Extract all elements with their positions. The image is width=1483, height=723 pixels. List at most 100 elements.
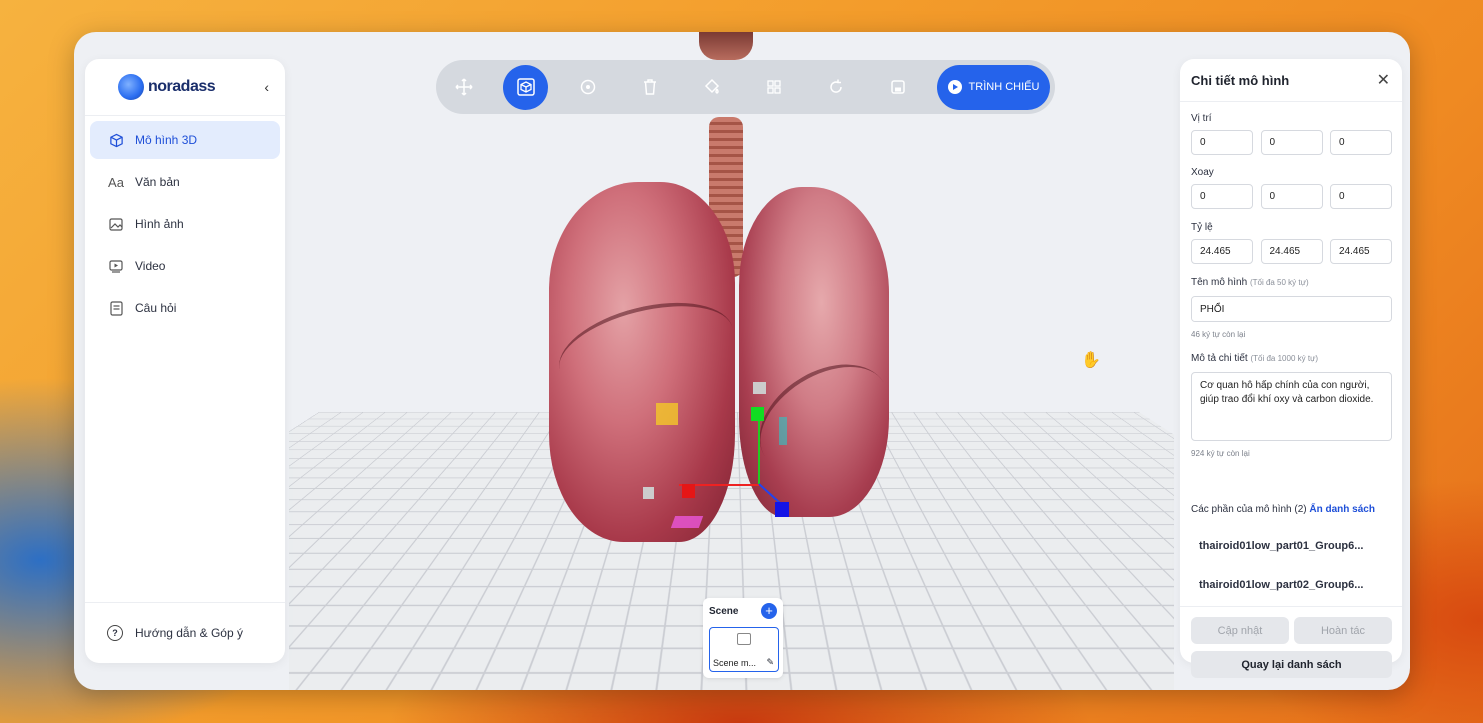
- delete-tool-button[interactable]: [627, 65, 672, 110]
- image-icon: [737, 633, 751, 645]
- app-window: noradass ‹ Mô hình 3D Aa Văn bản Hình ản…: [74, 32, 1410, 690]
- play-icon: [947, 80, 962, 94]
- model-name-label-text: Tên mô hình: [1191, 277, 1248, 288]
- gizmo-xy-plane-handle[interactable]: [656, 403, 678, 425]
- hide-parts-list-link[interactable]: Ẩn danh sách: [1309, 504, 1375, 515]
- update-button[interactable]: Cập nhật: [1191, 617, 1289, 644]
- model-part-item[interactable]: thairoid01low_part02_Group6...: [1191, 569, 1392, 601]
- gizmo-yz-plane-handle[interactable]: [779, 417, 787, 445]
- position-z-input[interactable]: [1330, 130, 1392, 155]
- gizmo-x-handle[interactable]: [682, 484, 695, 498]
- 3d-viewport[interactable]: ✋ TRÌNH CHIẾU Scene + Scene m... ✎: [289, 32, 1174, 690]
- question-list-icon: [108, 300, 124, 316]
- sidebar-item-label: Hình ảnh: [135, 217, 184, 231]
- grid-icon: [766, 80, 781, 94]
- divider: [85, 115, 285, 116]
- sidebar-item-question[interactable]: Câu hỏi: [90, 289, 280, 327]
- sidebar-item-image[interactable]: Hình ảnh: [90, 205, 280, 243]
- sidebar-item-text[interactable]: Aa Văn bản: [90, 163, 280, 201]
- position-x-input[interactable]: [1191, 130, 1253, 155]
- model-name-hint: (Tối đa 50 ký tự): [1249, 278, 1309, 287]
- rotate-view-tool-button[interactable]: [565, 65, 610, 110]
- grid-tool-button[interactable]: [751, 65, 796, 110]
- sidebar-item-label: Văn bản: [135, 175, 180, 189]
- gizmo-center-handle[interactable]: [753, 382, 766, 394]
- logo-text: noradass: [148, 78, 216, 95]
- sidebar-nav: Mô hình 3D Aa Văn bản Hình ảnh Video Câu…: [90, 121, 280, 331]
- edit-icon[interactable]: ✎: [766, 657, 774, 668]
- scale-y-input[interactable]: [1260, 239, 1323, 264]
- scale-inputs: [1191, 239, 1392, 264]
- model-name-input[interactable]: PHỔI: [1191, 296, 1392, 322]
- text-icon: Aa: [108, 174, 124, 190]
- gizmo-xz-plane-handle[interactable]: [670, 516, 704, 528]
- sidebar-item-video[interactable]: Video: [90, 247, 280, 285]
- description-char-counter: 924 ký tự còn lại: [1191, 449, 1250, 458]
- rotation-x-input[interactable]: [1191, 184, 1253, 209]
- present-button[interactable]: TRÌNH CHIẾU: [937, 64, 1050, 110]
- name-char-counter: 46 ký tự còn lại: [1191, 330, 1246, 339]
- collapse-sidebar-button[interactable]: ‹: [264, 79, 269, 95]
- panel-title: Chi tiết mô hình: [1191, 73, 1290, 88]
- gizmo-center-handle[interactable]: [643, 487, 654, 499]
- sidebar-item-3d-model[interactable]: Mô hình 3D: [90, 121, 280, 159]
- rotation-y-input[interactable]: [1260, 184, 1323, 209]
- gizmo-z-handle[interactable]: [775, 502, 789, 517]
- scene-thumbnail[interactable]: Scene m... ✎: [709, 627, 779, 672]
- back-to-list-button[interactable]: Quay lại danh sách: [1191, 651, 1392, 678]
- image-icon: [108, 216, 124, 232]
- logo: noradass: [118, 74, 216, 100]
- help-icon: ?: [107, 625, 123, 641]
- add-scene-button[interactable]: +: [761, 603, 777, 619]
- gizmo-y-axis[interactable]: [758, 410, 760, 485]
- model-part-item[interactable]: thairoid01low_part01_Group6...: [1191, 530, 1392, 562]
- hand-cursor-icon: ✋: [1081, 352, 1101, 369]
- rotation-z-input[interactable]: [1330, 184, 1392, 209]
- close-panel-button[interactable]: ✕: [1377, 70, 1390, 90]
- scale-label: Tỷ lệ: [1191, 222, 1213, 233]
- undo-button[interactable]: Hoàn tác: [1294, 617, 1392, 644]
- select-model-icon: [516, 78, 535, 96]
- divider: [1180, 101, 1402, 102]
- divider: [1180, 606, 1402, 607]
- gizmo-y-handle[interactable]: [751, 407, 764, 421]
- help-feedback-link[interactable]: ? Hướng dẫn & Góp ý: [107, 625, 243, 641]
- model-details-panel: Chi tiết mô hình ✕ Vị trí Xoay Tỷ lệ Tên…: [1180, 59, 1402, 678]
- scale-z-input[interactable]: [1330, 239, 1392, 264]
- model-parts-label: Các phần của mô hình (2): [1191, 504, 1307, 515]
- position-label: Vị trí: [1191, 113, 1212, 124]
- scene-title: Scene: [709, 606, 739, 617]
- select-model-tool-button[interactable]: [503, 64, 548, 110]
- scene-panel: Scene + Scene m... ✎: [703, 598, 783, 678]
- divider: [85, 602, 285, 603]
- rotate-view-icon: [580, 79, 595, 95]
- sidebar-item-label: Câu hỏi: [135, 301, 177, 315]
- help-label: Hướng dẫn & Góp ý: [135, 626, 243, 640]
- sidebar: noradass ‹ Mô hình 3D Aa Văn bản Hình ản…: [85, 59, 285, 663]
- description-hint: (Tối đa 1000 ký tự): [1250, 354, 1319, 363]
- sidebar-item-label: Mô hình 3D: [135, 133, 198, 147]
- sidebar-item-label: Video: [135, 259, 166, 273]
- scale-x-input[interactable]: [1191, 239, 1253, 264]
- redo-tool-button[interactable]: [813, 65, 858, 110]
- logo-mark-icon: [118, 74, 144, 100]
- move-tool-button[interactable]: [441, 65, 486, 110]
- description-label: Mô tả chi tiết (Tối đa 1000 ký tự): [1191, 353, 1318, 364]
- save-icon: [890, 80, 905, 94]
- model-name-label: Tên mô hình (Tối đa 50 ký tự): [1191, 277, 1309, 288]
- save-tool-button[interactable]: [875, 65, 920, 110]
- larynx: [699, 32, 753, 60]
- description-input[interactable]: Cơ quan hô hấp chính của con người, giúp…: [1191, 372, 1392, 441]
- rotation-inputs: [1191, 184, 1392, 209]
- paint-bucket-icon: [704, 78, 719, 94]
- delete-icon: [643, 79, 656, 95]
- position-y-input[interactable]: [1260, 130, 1323, 155]
- position-inputs: [1191, 130, 1392, 155]
- paint-tool-button[interactable]: [689, 65, 734, 110]
- scene-name: Scene m...: [713, 658, 757, 668]
- redo-icon: [829, 79, 842, 93]
- cube-icon: [108, 132, 124, 148]
- present-label: TRÌNH CHIẾU: [968, 81, 1040, 93]
- toolbar: TRÌNH CHIẾU: [436, 60, 1055, 114]
- rotation-label: Xoay: [1191, 167, 1214, 178]
